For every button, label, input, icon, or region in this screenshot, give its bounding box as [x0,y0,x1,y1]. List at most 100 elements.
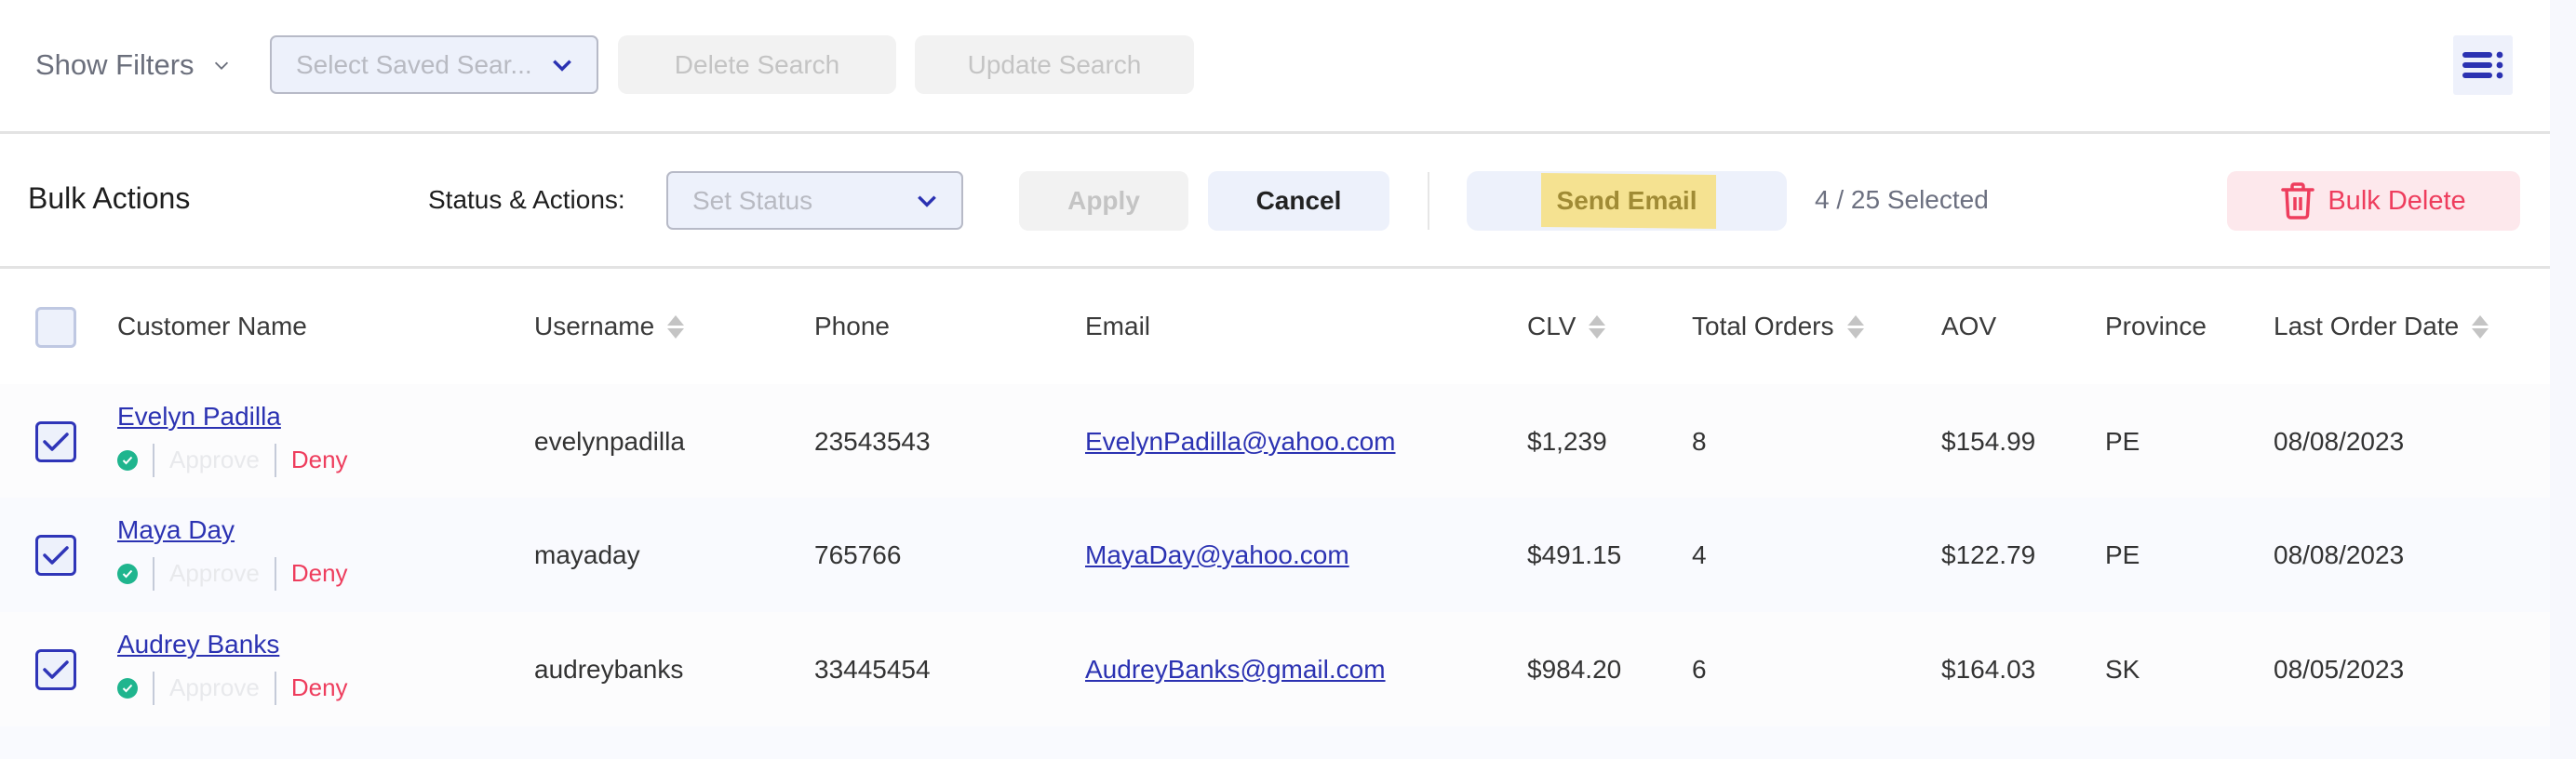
bulk-delete-label: Bulk Delete [2328,185,2466,216]
cell-last-order-date: 08/08/2023 [2274,426,2405,456]
cell-total-orders: 8 [1692,426,1707,456]
cell-username: audreybanks [534,654,684,684]
list-menu-icon [2462,51,2503,79]
column-header-clv[interactable]: CLV [1527,310,1606,343]
trash-icon [2281,182,2315,220]
column-header-username[interactable]: Username [534,310,685,343]
saved-search-select[interactable]: Select Saved Sear... [270,35,598,94]
divider [0,266,2550,269]
column-menu-button[interactable] [2453,35,2513,95]
approved-check-icon [117,677,138,699]
show-filters-label: Show Filters [35,48,195,81]
column-header-province: Province [2105,310,2207,343]
cell-province: PE [2105,426,2140,456]
column-header-label: Phone [814,312,890,340]
cell-email-link[interactable]: EvelynPadilla@yahoo.com [1085,426,1395,458]
column-header-phone: Phone [814,310,890,343]
column-header-label: Email [1085,312,1151,340]
separator [153,556,154,591]
column-header-email: Email [1085,310,1150,343]
approved-check-icon [117,563,138,584]
separator [274,443,276,477]
select-all-checkbox[interactable] [35,307,76,348]
sort-icon[interactable] [1846,314,1864,339]
deny-button[interactable]: Deny [291,673,348,702]
deny-button[interactable]: Deny [291,446,348,474]
send-email-label: Send Email [1556,186,1697,215]
chevron-down-icon [553,59,571,72]
column-header-label: Province [2105,312,2207,340]
row-checkbox[interactable] [35,534,76,576]
table-row [0,726,2550,759]
checkmark-icon [43,432,69,451]
separator [153,671,154,705]
status-actions-label: Status & Actions: [428,185,625,214]
cell-aov: $154.99 [1941,426,2036,456]
saved-search-placeholder: Select Saved Sear... [296,49,532,79]
cell-total-orders: 6 [1692,654,1707,684]
separator [274,556,276,591]
sort-icon[interactable] [2472,314,2489,339]
cell-last-order-date: 08/08/2023 [2274,539,2405,569]
update-search-button[interactable]: Update Search [915,35,1194,94]
separator [153,443,154,477]
cell-total-orders: 4 [1692,539,1707,569]
column-header-label: AOV [1941,312,1997,340]
customer-name-link[interactable]: Maya Day [117,514,235,546]
cell-username: evelynpadilla [534,426,685,456]
cell-phone: 765766 [814,539,902,569]
column-header-label: CLV [1527,312,1576,340]
cell-province: SK [2105,654,2140,684]
sort-icon[interactable] [1589,314,1606,339]
send-email-button[interactable]: Send Email [1467,171,1787,231]
delete-search-button[interactable]: Delete Search [618,35,896,94]
column-header-total-orders[interactable]: Total Orders [1692,310,1864,343]
customer-name-link[interactable]: Audrey Banks [117,629,279,660]
bulk-delete-button[interactable]: Bulk Delete [2227,171,2520,231]
cell-email-link[interactable]: MayaDay@yahoo.com [1085,539,1349,571]
cell-aov: $164.03 [1941,654,2036,684]
column-header-label: Customer Name [117,312,307,340]
selected-count: 4 / 25 Selected [1815,185,1989,214]
row-actions: Approve Deny [117,556,348,591]
row-checkbox[interactable] [35,420,76,462]
divider [0,131,2550,134]
checkmark-icon [43,659,69,679]
cell-clv: $491.15 [1527,539,1622,569]
cell-clv: $984.20 [1527,654,1622,684]
sort-icon[interactable] [667,314,685,339]
deny-button[interactable]: Deny [291,559,348,588]
cell-last-order-date: 08/05/2023 [2274,654,2405,684]
cell-username: mayaday [534,539,640,569]
approved-check-icon [117,449,138,471]
approve-button[interactable]: Approve [169,446,260,474]
set-status-placeholder: Set Status [692,185,813,215]
show-filters-toggle[interactable]: Show Filters [35,45,232,86]
cell-clv: $1,239 [1527,426,1607,456]
column-header-last-order-date[interactable]: Last Order Date [2274,310,2489,343]
apply-button[interactable]: Apply [1019,171,1188,231]
cell-province: PE [2105,539,2140,569]
approve-button[interactable]: Approve [169,673,260,702]
chevron-down-icon [918,194,936,207]
cancel-button[interactable]: Cancel [1208,171,1389,231]
cell-email-link[interactable]: AudreyBanks@gmail.com [1085,654,1386,686]
customers-page: Show Filters Select Saved Sear... Delete… [0,0,2550,759]
row-actions: Approve Deny [117,443,348,477]
cell-phone: 23543543 [814,426,931,456]
column-header-label: Username [534,312,655,340]
vertical-divider [1428,172,1429,230]
column-header-aov: AOV [1941,310,1996,343]
column-header-customer-name: Customer Name [117,310,307,343]
separator [274,671,276,705]
checkmark-icon [43,545,69,565]
set-status-select[interactable]: Set Status [666,171,963,230]
customer-name-link[interactable]: Evelyn Padilla [117,401,281,433]
bulk-actions-title: Bulk Actions [28,181,191,215]
column-header-label: Last Order Date [2274,312,2460,340]
approve-button[interactable]: Approve [169,559,260,588]
row-actions: Approve Deny [117,671,348,705]
row-checkbox[interactable] [35,648,76,690]
cell-aov: $122.79 [1941,539,2036,569]
cell-phone: 33445454 [814,654,931,684]
